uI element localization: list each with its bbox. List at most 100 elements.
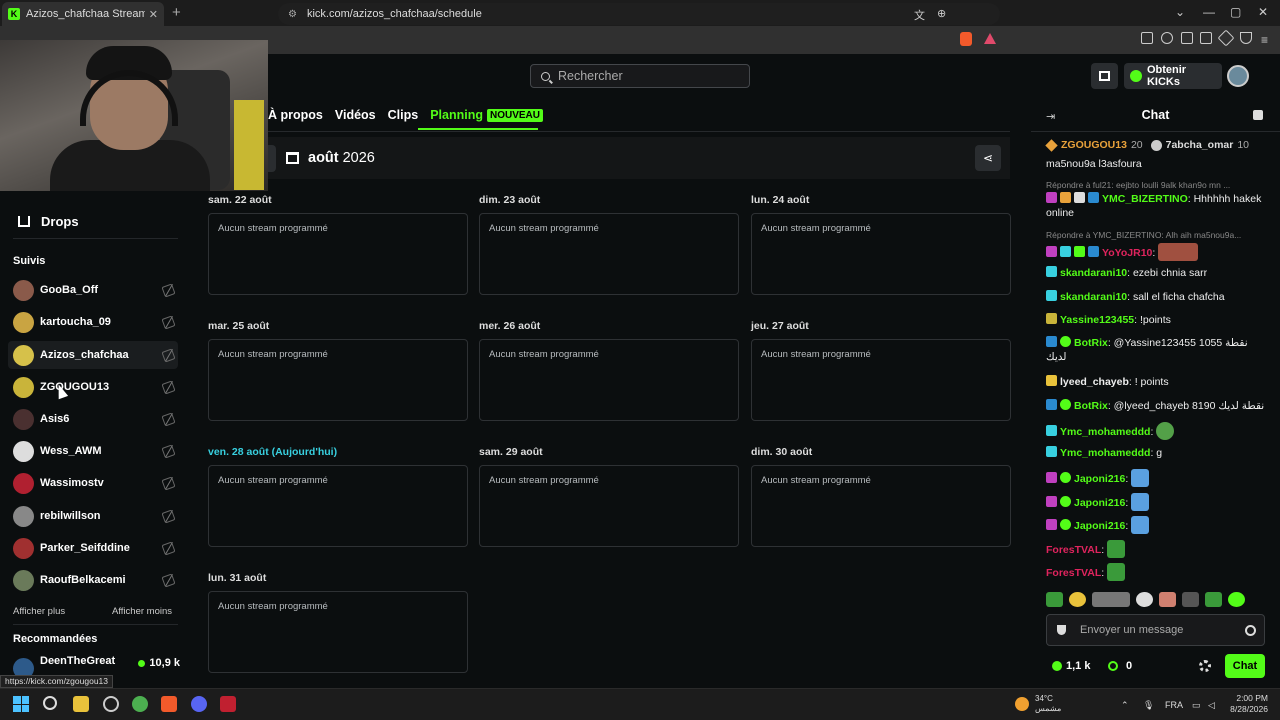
search-input[interactable]: Rechercher (530, 64, 750, 88)
chat-username[interactable]: skandarani10 (1060, 291, 1127, 303)
viewer-count: 1,1 k (1052, 660, 1090, 672)
extensions-icon[interactable] (1141, 32, 1153, 44)
weather-widget[interactable]: 34°C مشمس (1015, 694, 1061, 714)
windows-start-icon[interactable] (13, 696, 29, 712)
chat-username[interactable]: YoYoJR10 (1102, 247, 1152, 259)
minimize-button[interactable]: — (1203, 5, 1215, 19)
show-less-link[interactable]: Afficher moins (112, 606, 172, 617)
gifter-name[interactable]: 7abcha_omar (1166, 139, 1234, 151)
followed-channel[interactable]: Wassimostv (8, 469, 178, 497)
followed-channel[interactable]: kartoucha_09 (8, 308, 178, 336)
chat-username[interactable]: skandarani10 (1060, 267, 1127, 279)
tab-videos[interactable]: Vidéos (335, 108, 376, 122)
volume-icon[interactable]: ◁ (1208, 700, 1215, 711)
show-more-link[interactable]: Afficher plus (13, 606, 65, 617)
chat-username[interactable]: Ymc_mohameddd (1060, 426, 1150, 438)
sidebar-divider (13, 238, 178, 239)
new-tab-button[interactable]: + (172, 4, 181, 21)
emote-icon[interactable] (1159, 592, 1176, 607)
tab-search-chevron-icon[interactable]: ⌄ (1175, 5, 1185, 19)
network-icon[interactable]: ▭ (1192, 700, 1201, 711)
clock[interactable]: 2:00 PM 8/28/2026 (1228, 693, 1268, 715)
chrome-icon[interactable] (132, 696, 148, 712)
chat-username[interactable]: lyeed_chayeb (1060, 376, 1129, 388)
previous-month-button[interactable] (268, 145, 276, 172)
chat-input-placeholder: Envoyer un message (1080, 624, 1184, 636)
chat-username[interactable]: Japoni216 (1074, 473, 1125, 485)
followed-channel[interactable]: Wess_AWM (8, 437, 178, 465)
search-icon[interactable] (43, 696, 57, 710)
maximize-button[interactable]: ▢ (1230, 5, 1241, 19)
chat-settings-icon[interactable] (1199, 660, 1211, 672)
emote-icon[interactable] (1069, 592, 1086, 607)
chat-username[interactable]: ForesTVAL (1046, 567, 1101, 579)
day-card: Aucun stream programmé (479, 213, 739, 295)
day-card: Aucun stream programmé (751, 213, 1011, 295)
chat-send-button[interactable]: Chat (1225, 654, 1265, 678)
avatar (13, 408, 34, 430)
month-title[interactable]: août 2026 (286, 150, 375, 166)
chat-username[interactable]: Yassine123455 (1060, 314, 1134, 326)
brave-rewards-icon[interactable] (984, 33, 996, 44)
followed-channel[interactable]: ZGOUGOU13 (8, 373, 178, 401)
chat-reply-preview[interactable]: Répondre à YMC_BIZERTINO: Alh aih ma5nou… (1046, 230, 1266, 240)
tab-clips[interactable]: Clips (388, 108, 419, 122)
chat-reply-preview[interactable]: Répondre à ful21: eejbto loulli 9alk kha… (1046, 180, 1266, 190)
url-field[interactable]: ⚙ kick.com/azizos_chafchaa/schedule (278, 3, 1000, 25)
tab-close-icon[interactable]: ✕ (149, 8, 158, 21)
followed-channel[interactable]: Asis6 (8, 405, 178, 433)
brave-icon[interactable] (161, 696, 177, 712)
followed-channel[interactable]: rebilwillson (8, 502, 178, 530)
discord-icon[interactable] (191, 696, 207, 712)
site-info-icon[interactable]: ⚙ (288, 9, 297, 20)
followed-channel[interactable]: GooBa_Off (8, 276, 178, 304)
sidebar-toggle-icon[interactable] (1181, 32, 1193, 44)
kicks-icon (1108, 661, 1118, 671)
emote-icon[interactable] (1182, 592, 1199, 607)
vpn-icon[interactable] (1240, 32, 1252, 44)
chat-username[interactable]: Japoni216 (1074, 520, 1125, 532)
chat-message-input[interactable]: Envoyer un message (1046, 614, 1265, 646)
zoom-icon[interactable]: ⊕ (937, 7, 946, 20)
tab-about[interactable]: À propos (268, 108, 323, 122)
chat-users-icon[interactable] (1253, 110, 1263, 120)
wallet-icon[interactable] (1200, 32, 1212, 44)
input-language[interactable]: FRA (1165, 700, 1183, 710)
emote-icon[interactable] (1205, 592, 1222, 607)
emote-icon[interactable] (1228, 592, 1245, 607)
gifter-badge-icon (1150, 139, 1162, 151)
file-explorer-icon[interactable] (73, 696, 89, 712)
get-kicks-button[interactable]: Obtenir KICKs (1124, 63, 1222, 89)
share-button[interactable]: ⋖ (975, 145, 1001, 171)
emote-icon[interactable] (1092, 592, 1130, 607)
media-icon[interactable] (1161, 32, 1173, 44)
steam-icon[interactable] (103, 696, 119, 712)
emote-icon[interactable] (1136, 592, 1153, 607)
drops-link[interactable]: Drops (18, 214, 79, 229)
app-icon[interactable] (220, 696, 236, 712)
followed-channel[interactable]: Azizos_chafchaa (8, 341, 178, 369)
channel-name: GooBa_Off (40, 284, 99, 296)
emoji-picker-icon[interactable] (1245, 625, 1256, 636)
user-avatar[interactable] (1227, 65, 1249, 87)
chat-username[interactable]: BotRix (1074, 337, 1108, 349)
followed-channel[interactable]: Parker_Seifddine (8, 534, 178, 562)
chat-username[interactable]: BotRix (1074, 400, 1108, 412)
gifter-name[interactable]: ZGOUGOU13 (1061, 139, 1127, 151)
browser-tab[interactable]: K Azizos_chafchaa Stream Schedule ✕ (2, 2, 164, 26)
chat-username[interactable]: Ymc_mohameddd (1060, 447, 1150, 459)
inbox-button[interactable] (1091, 63, 1118, 89)
menu-icon[interactable]: ≡ (1261, 33, 1268, 47)
chat-username[interactable]: ForesTVAL (1046, 544, 1101, 556)
brave-shields-icon[interactable] (960, 32, 972, 46)
close-window-button[interactable]: ✕ (1258, 5, 1268, 19)
translate-icon[interactable]: 文 (914, 7, 925, 23)
tray-chevron-icon[interactable]: ⌃ (1121, 700, 1129, 711)
chat-username[interactable]: Japoni216 (1074, 497, 1125, 509)
microphone-icon[interactable]: 🎙 (1143, 700, 1154, 711)
chat-username[interactable]: YMC_BIZERTINO (1102, 193, 1188, 205)
emote-icon[interactable] (1046, 592, 1063, 607)
tab-planning[interactable]: Planning (430, 108, 483, 122)
followed-channel[interactable]: RaoufBelkacemi (8, 566, 178, 594)
active-tab-underline (418, 128, 538, 130)
